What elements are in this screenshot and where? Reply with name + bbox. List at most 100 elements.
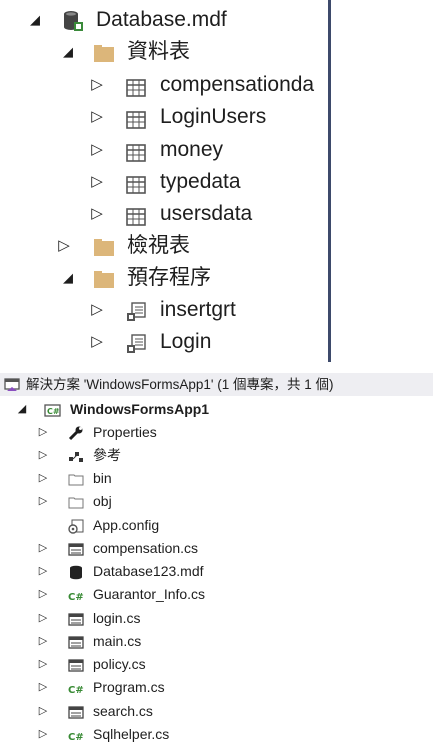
table-icon [126,172,148,194]
project-label: WindowsFormsApp1 [70,401,210,417]
collapse-arrow-icon[interactable]: ▷ [89,198,105,230]
csharp-icon: C# [68,680,84,696]
csharp-icon: C# [68,587,84,603]
collapse-arrow-icon[interactable]: ▷ [89,69,105,101]
form-icon [68,611,84,626]
tables-folder-label: 資料表 [127,40,190,63]
table-label: typedata [160,170,241,193]
collapse-arrow-icon[interactable]: ▷ [37,421,49,444]
solution-item[interactable]: ▷ Database123.mdf [0,560,433,583]
solution-item[interactable]: ▷ login.cs [0,607,433,630]
solution-item[interactable]: ▷ main.cs [0,630,433,653]
table-label: LoginUsers [160,105,267,128]
solution-item[interactable]: ▷ bin [0,467,433,490]
collapse-arrow-icon[interactable]: ▷ [37,537,49,560]
tree-node-procedure[interactable]: ▷ insertgrt [0,294,328,326]
solution-item[interactable]: ▷ 參考 [0,444,433,467]
item-label: Guarantor_Info.cs [93,586,206,602]
views-folder-label: 檢視表 [127,234,190,257]
item-label: Properties [93,424,157,440]
collapse-arrow-icon[interactable]: ▷ [37,700,49,723]
collapse-arrow-icon[interactable]: ▷ [37,607,49,630]
collapse-arrow-icon[interactable]: ▷ [37,630,49,653]
server-explorer-panel: ◢ Database.mdf ◢ 資料表 ▷ compensationda ▷ … [0,0,331,362]
stored-procedure-icon [126,332,148,353]
collapse-arrow-icon[interactable]: ▷ [37,490,49,513]
database-icon [68,564,84,580]
item-label: main.cs [93,633,142,649]
item-label: bin [93,470,112,486]
table-icon [126,204,148,226]
solution-item[interactable]: ▷ C# Program.cs [0,676,433,699]
solution-item[interactable]: ▷ Properties [0,421,433,444]
solution-item[interactable]: ▷ policy.cs [0,653,433,676]
solution-item[interactable]: ▷ C# Sqlhelper.cs [0,723,433,746]
collapse-arrow-icon[interactable]: ▷ [89,101,105,133]
collapse-arrow-icon[interactable]: ▷ [37,467,49,490]
svg-text:C#: C# [47,407,60,416]
panel-divider [328,0,331,362]
item-label: App.config [93,517,160,533]
csharp-project-icon: C# [44,402,61,417]
collapse-arrow-icon[interactable]: ▷ [37,723,49,746]
tree-node-views-folder[interactable]: ▷ 檢視表 [0,230,328,262]
collapse-arrow-icon[interactable]: ▷ [37,444,49,467]
collapse-arrow-icon[interactable]: ▷ [56,230,72,262]
solution-node[interactable]: 解決方案 'WindowsFormsApp1' (1 個專案，共 1 個) [0,373,433,396]
folder-icon [93,42,115,62]
folder-icon [93,268,115,288]
config-icon [68,518,84,534]
solution-item[interactable]: ▷ compensation.cs [0,537,433,560]
tree-node-table[interactable]: ▷ usersdata [0,198,328,230]
form-icon [68,657,84,672]
collapse-arrow-icon[interactable]: ▷ [37,560,49,583]
form-icon [68,541,84,556]
solution-icon [4,377,20,392]
tree-node-procedure[interactable]: ▷ Login [0,326,328,358]
item-label: obj [93,493,112,509]
folder-icon [93,236,115,256]
form-icon [68,634,84,649]
tree-node-procedures-folder[interactable]: ◢ 預存程序 [0,262,328,294]
table-label: money [160,138,224,161]
stored-procedure-icon [126,300,148,321]
references-icon [68,448,84,463]
expand-arrow-icon[interactable]: ◢ [16,398,28,421]
collapse-arrow-icon[interactable]: ▷ [37,583,49,606]
solution-item[interactable]: ▷ obj [0,490,433,513]
tree-node-table[interactable]: ▷ money [0,134,328,166]
solution-item[interactable]: App.config [0,514,433,537]
table-icon [126,107,148,129]
tree-node-database[interactable]: ◢ Database.mdf [0,4,328,36]
svg-text:C#: C# [68,592,84,603]
csharp-icon: C# [68,727,84,743]
collapse-arrow-icon[interactable]: ▷ [89,166,105,198]
expand-arrow-icon[interactable]: ◢ [60,262,76,294]
procedure-label: Login [160,330,212,353]
folder-outline-icon [68,471,84,486]
item-label: 參考 [93,447,121,463]
collapse-arrow-icon[interactable]: ▷ [89,294,105,326]
tree-node-table[interactable]: ▷ LoginUsers [0,101,328,133]
folder-outline-icon [68,494,84,509]
collapse-arrow-icon[interactable]: ▷ [37,676,49,699]
tree-node-tables-folder[interactable]: ◢ 資料表 [0,36,328,68]
wrench-icon [68,425,84,441]
solution-item[interactable]: ▷ search.cs [0,700,433,723]
expand-arrow-icon[interactable]: ◢ [27,4,43,36]
solution-item[interactable]: ▷ C# Guarantor_Info.cs [0,583,433,606]
expand-arrow-icon[interactable]: ◢ [60,36,76,68]
collapse-arrow-icon[interactable]: ▷ [89,134,105,166]
table-icon [126,75,148,97]
collapse-arrow-icon[interactable]: ▷ [37,653,49,676]
item-label: Sqlhelper.cs [93,726,170,742]
svg-text:C#: C# [68,685,84,696]
tree-node-table[interactable]: ▷ compensationda [0,69,328,101]
item-label: search.cs [93,703,153,719]
project-node[interactable]: ◢ C# WindowsFormsApp1 [0,398,433,421]
collapse-arrow-icon[interactable]: ▷ [89,326,105,358]
item-label: compensation.cs [93,540,199,556]
database-label: Database.mdf [96,8,227,31]
tree-node-table[interactable]: ▷ typedata [0,166,328,198]
database-icon [62,10,84,31]
